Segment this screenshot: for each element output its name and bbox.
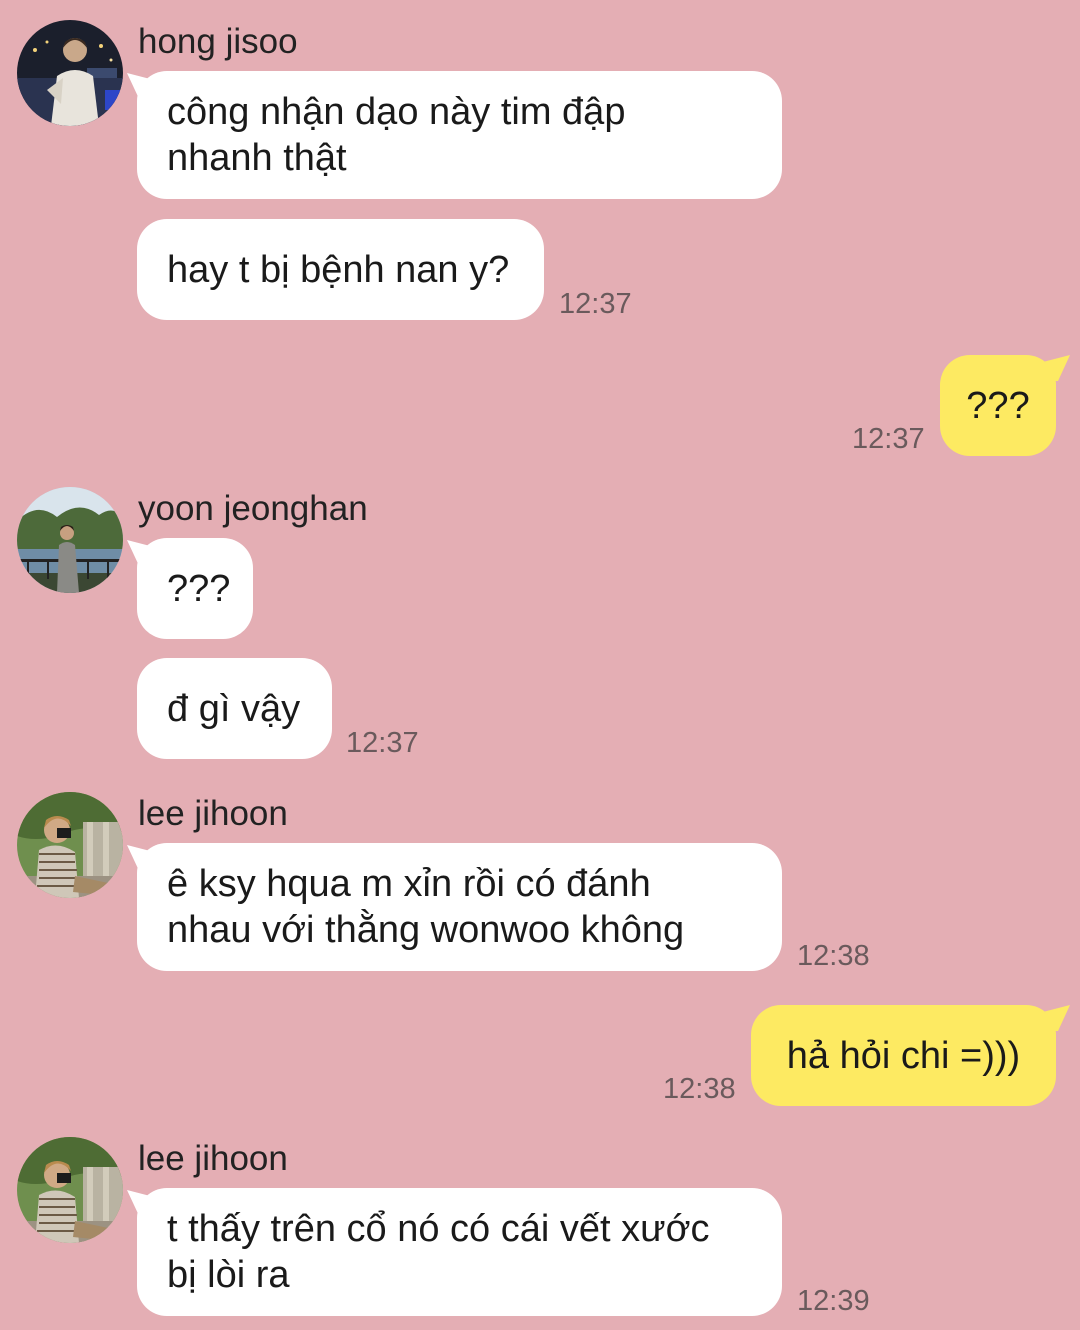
message-bubble[interactable]: t thấy trên cổ nó có cái vết xước bị lòi… — [137, 1188, 782, 1316]
message-timestamp: 12:37 — [346, 727, 419, 759]
message-timestamp: 12:37 — [852, 423, 925, 455]
message-timestamp: 12:38 — [797, 940, 870, 972]
yoon-jeonghan-avatar[interactable] — [17, 487, 123, 593]
sender-name: hong jisoo — [138, 22, 298, 61]
sender-name: yoon jeonghan — [138, 489, 368, 528]
message-timestamp: 12:39 — [797, 1285, 870, 1317]
lee-jihoon-avatar[interactable] — [17, 1137, 123, 1243]
message-text: ??? — [167, 567, 231, 610]
message-line: nhanh thật — [167, 137, 347, 179]
message-bubble[interactable]: công nhận dạo này tim đập nhanh thật — [137, 71, 782, 199]
message-timestamp: 12:37 — [559, 288, 632, 320]
message-line: nhau với thằng wonwoo không — [167, 909, 685, 951]
message-bubble[interactable]: hay t bị bệnh nan y? — [137, 219, 544, 320]
own-message-bubble[interactable]: hả hỏi chi =))) — [751, 1005, 1056, 1106]
message-timestamp: 12:38 — [663, 1073, 736, 1105]
message-bubble[interactable]: đ gì vậy — [137, 658, 332, 759]
message-text: ??? — [966, 384, 1030, 427]
message-line: t thấy trên cổ nó có cái vết xước — [167, 1208, 710, 1250]
message-bubble[interactable]: ??? — [137, 538, 253, 639]
message-text: hả hỏi chi =))) — [786, 1034, 1021, 1077]
sender-name: lee jihoon — [138, 1139, 288, 1178]
message-line: công nhận dạo này tim đập — [167, 91, 626, 133]
message-line: bị lòi ra — [167, 1254, 290, 1296]
message-bubble[interactable]: ê ksy hqua m xỉn rồi có đánh nhau với th… — [137, 843, 782, 971]
message-text: hay t bị bệnh nan y? — [167, 248, 510, 291]
message-line: ê ksy hqua m xỉn rồi có đánh — [167, 863, 651, 905]
message-text: ê ksy hqua m xỉn rồi có đánh nhau với th… — [167, 861, 684, 953]
own-message-bubble[interactable]: ??? — [940, 355, 1056, 456]
message-text: công nhận dạo này tim đập nhanh thật — [167, 89, 625, 181]
sender-name: lee jihoon — [138, 794, 288, 833]
message-text: đ gì vậy — [167, 687, 301, 730]
message-text: t thấy trên cổ nó có cái vết xước bị lòi… — [167, 1206, 709, 1298]
hong-jisoo-avatar[interactable] — [17, 20, 123, 126]
lee-jihoon-avatar[interactable] — [17, 792, 123, 898]
